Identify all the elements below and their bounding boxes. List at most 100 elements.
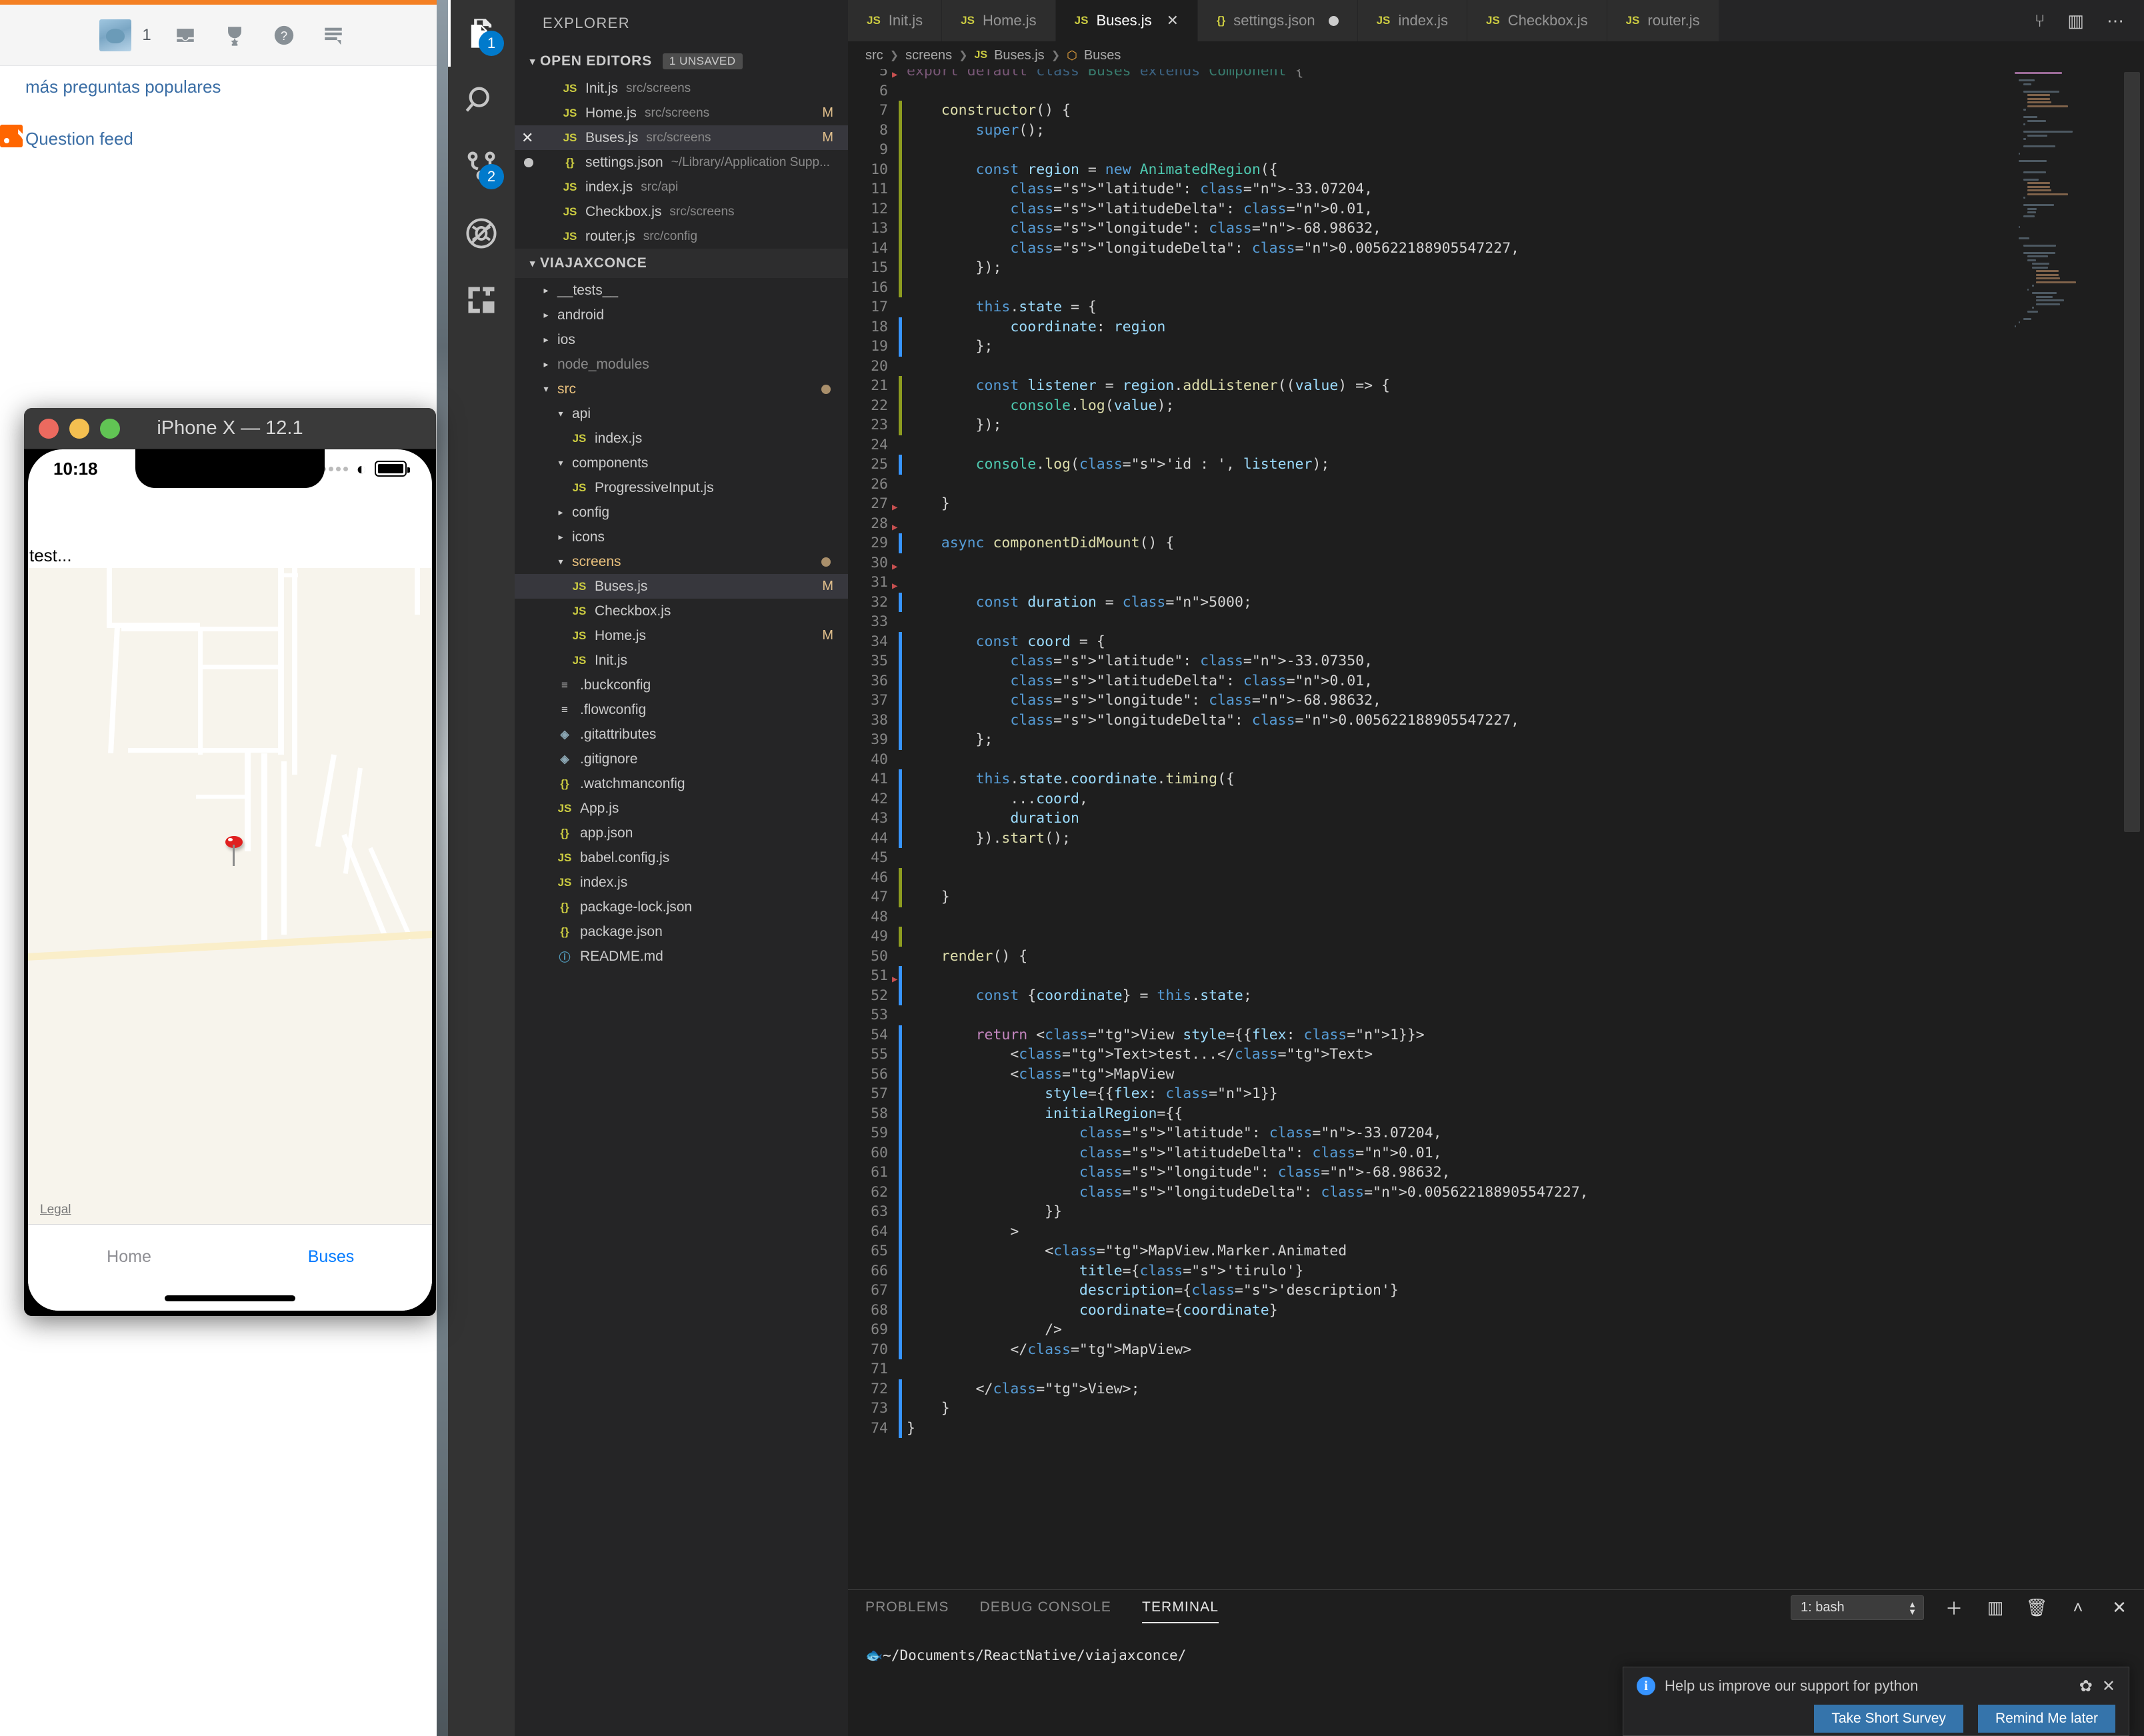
split-terminal-icon[interactable]: ▥: [1984, 1597, 2007, 1618]
editor-scrollbar[interactable]: [2119, 69, 2144, 1589]
fold-marker[interactable]: ▶: [892, 557, 897, 577]
scrollbar-thumb[interactable]: [2124, 72, 2140, 832]
editor-tab[interactable]: {} settings.json: [1198, 0, 1358, 41]
tree-file[interactable]: JS Init.js: [515, 648, 848, 673]
project-header[interactable]: ▾ VIAJAXCONCE: [515, 249, 848, 278]
take-survey-button[interactable]: Take Short Survey: [1814, 1705, 1963, 1733]
layout-icon[interactable]: ▥: [2067, 11, 2084, 31]
breadcrumb-screens[interactable]: screens: [905, 48, 952, 63]
tree-folder[interactable]: ▸ node_modules: [515, 352, 848, 377]
close-icon[interactable]: ✕: [2102, 1677, 2115, 1696]
tree-file[interactable]: JS ProgressiveInput.js: [515, 475, 848, 500]
open-editor-item[interactable]: JS router.js src/config: [515, 224, 848, 249]
editor-tab[interactable]: JS Home.js: [942, 0, 1056, 41]
more-questions-link[interactable]: más preguntas populares: [25, 77, 221, 97]
tree-file[interactable]: JS index.js: [515, 426, 848, 451]
gear-icon[interactable]: ✿: [2079, 1677, 2093, 1696]
code-line: class="s">"latitude": class="n">-33.0720…: [1079, 1125, 1442, 1141]
tree-folder[interactable]: ▸ icons: [515, 525, 848, 549]
tree-file[interactable]: JS App.js: [515, 796, 848, 821]
mapview[interactable]: Legal: [28, 568, 432, 1224]
activity-extensions[interactable]: [448, 267, 515, 333]
code-viewport[interactable]: 5 ▶ export default class Buses extends Com…: [848, 69, 2144, 1589]
tree-folder[interactable]: ▸ android: [515, 303, 848, 327]
open-editors-header[interactable]: ▾ OPEN EDITORS 1 UNSAVED: [515, 47, 848, 76]
maximize-panel-icon[interactable]: ˄: [2067, 1597, 2089, 1618]
trophy-icon[interactable]: [219, 22, 250, 49]
tree-folder[interactable]: ▸ ios: [515, 327, 848, 352]
fold-marker[interactable]: ▶: [892, 518, 897, 538]
activity-source-control[interactable]: 2: [448, 133, 515, 200]
tree-file[interactable]: JS Checkbox.js: [515, 599, 848, 623]
close-icon[interactable]: ✕: [1167, 12, 1179, 29]
ios-simulator-window[interactable]: iPhone X — 12.1 10:18 ◐ test... Legal Ho…: [24, 408, 436, 1316]
breadcrumb-src[interactable]: src: [865, 48, 883, 63]
tree-file[interactable]: ◈ .gitignore: [515, 747, 848, 771]
new-terminal-icon[interactable]: ＋: [1943, 1595, 1965, 1620]
minimize-window-button[interactable]: [69, 418, 89, 439]
tree-file[interactable]: {} package-lock.json: [515, 895, 848, 919]
reviews-icon[interactable]: [318, 22, 349, 49]
tree-file[interactable]: JS Buses.js M: [515, 574, 848, 599]
help-icon[interactable]: ?: [269, 22, 299, 49]
panel-tab[interactable]: DEBUG CONSOLE: [980, 1599, 1112, 1623]
open-editor-item[interactable]: JS index.js src/api: [515, 175, 848, 199]
breadcrumb-symbol[interactable]: Buses: [1084, 48, 1121, 63]
open-editor-item[interactable]: JS Home.js src/screens M: [515, 101, 848, 125]
open-editor-item[interactable]: JS Checkbox.js src/screens: [515, 199, 848, 224]
tree-file[interactable]: {} .watchmanconfig: [515, 771, 848, 796]
more-actions-icon[interactable]: ⋯: [2107, 11, 2124, 31]
tree-file[interactable]: {} package.json: [515, 919, 848, 944]
tree-folder[interactable]: ▾ api: [515, 401, 848, 426]
remind-later-button[interactable]: Remind Me later: [1977, 1705, 2115, 1733]
close-icon[interactable]: ✕: [521, 129, 533, 147]
avatar[interactable]: [99, 19, 132, 51]
fold-marker[interactable]: ▶: [892, 498, 897, 518]
editor-tab[interactable]: JS router.js: [1607, 0, 1719, 41]
tree-file[interactable]: JS babel.config.js: [515, 845, 848, 870]
line-number: 27: [871, 495, 888, 512]
editor-tab[interactable]: JS index.js: [1357, 0, 1467, 41]
panel-tab[interactable]: PROBLEMS: [865, 1599, 949, 1623]
tree-folder[interactable]: ▾ components: [515, 451, 848, 475]
terminal-selector[interactable]: 1: bash ▲ ▼: [1791, 1595, 1924, 1620]
gutter-change-marker: [899, 1025, 902, 1045]
kill-terminal-icon[interactable]: 🗑: [2025, 1597, 2048, 1618]
minimap[interactable]: [2012, 69, 2119, 1589]
activity-explorer[interactable]: 1: [448, 0, 515, 67]
question-feed-link[interactable]: Question feed: [25, 129, 133, 149]
split-editor-icon[interactable]: ⑂: [2035, 11, 2045, 31]
maximize-window-button[interactable]: [100, 418, 120, 439]
tree-file[interactable]: ⓘ README.md: [515, 944, 848, 969]
panel-tab[interactable]: TERMINAL: [1142, 1599, 1219, 1623]
activity-search[interactable]: [448, 67, 515, 133]
editor-tab[interactable]: JS Init.js: [848, 0, 943, 41]
open-editor-item[interactable]: {} settings.json ~/Library/Application Sup…: [515, 150, 848, 175]
tree-folder[interactable]: ▾ src: [515, 377, 848, 401]
tree-file[interactable]: ≡ .buckconfig: [515, 673, 848, 697]
tree-file[interactable]: JS Home.js M: [515, 623, 848, 648]
fold-marker[interactable]: ▶: [892, 577, 897, 597]
chevron-right-icon: ❯: [889, 50, 899, 61]
open-editor-item[interactable]: JS Init.js src/screens: [515, 76, 848, 101]
open-editor-item[interactable]: ✕ JS Buses.js src/screens M: [515, 125, 848, 150]
home-indicator[interactable]: [165, 1295, 295, 1301]
tree-folder[interactable]: ▾ screens: [515, 549, 848, 574]
activity-debug[interactable]: [448, 200, 515, 267]
inbox-icon[interactable]: [170, 22, 201, 49]
map-legal-link[interactable]: Legal: [40, 1203, 71, 1217]
breadcrumb-file[interactable]: Buses.js: [994, 48, 1045, 63]
close-window-button[interactable]: [39, 418, 59, 439]
fold-marker[interactable]: ▶: [892, 69, 897, 85]
editor-tab[interactable]: JS Buses.js ✕: [1055, 0, 1199, 41]
editor-tab[interactable]: JS Checkbox.js: [1467, 0, 1607, 41]
tree-folder[interactable]: ▸ __tests__: [515, 278, 848, 303]
tree-file[interactable]: {} app.json: [515, 821, 848, 845]
tree-file[interactable]: JS index.js: [515, 870, 848, 895]
tree-file[interactable]: ≡ .flowconfig: [515, 697, 848, 722]
tree-file[interactable]: ◈ .gitattributes: [515, 722, 848, 747]
fold-marker[interactable]: ▶: [892, 970, 897, 990]
code-line: duration: [1010, 810, 1079, 827]
tree-folder[interactable]: ▸ config: [515, 500, 848, 525]
close-panel-icon[interactable]: ✕: [2108, 1597, 2131, 1618]
